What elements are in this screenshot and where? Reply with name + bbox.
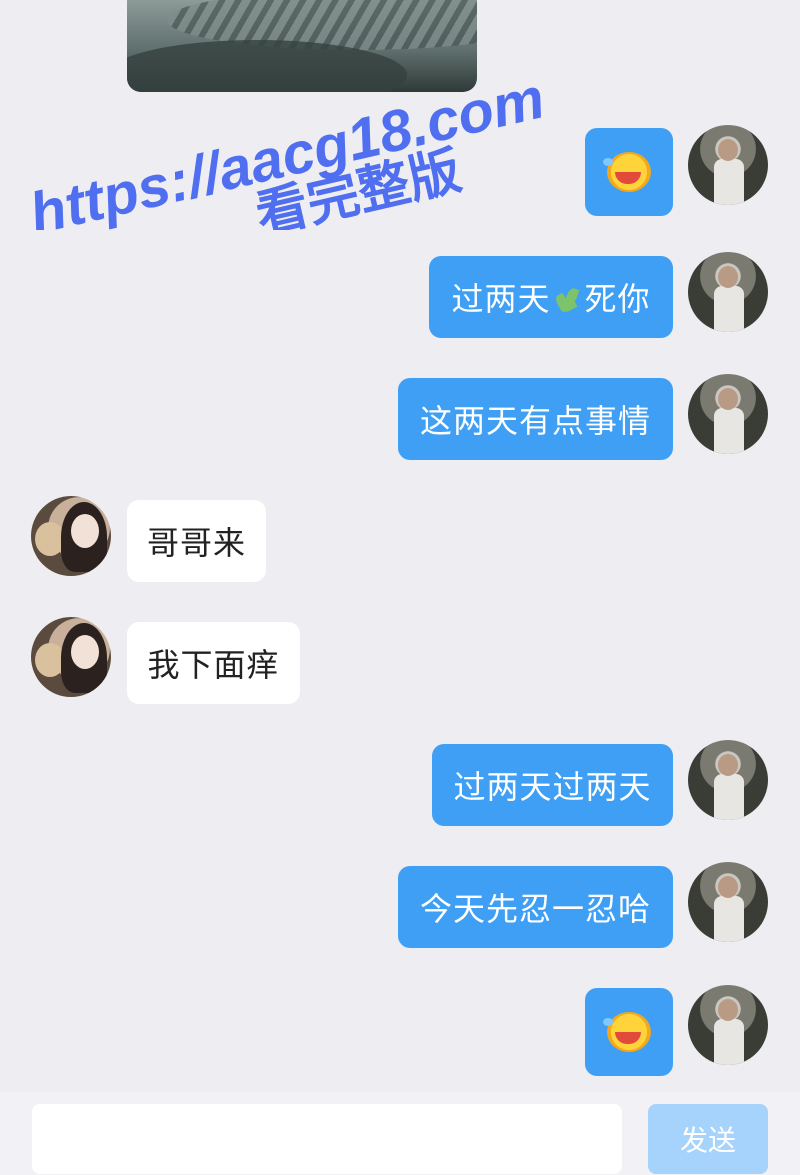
contact-avatar[interactable] [31,496,111,576]
message-text: 死你 [584,280,651,318]
message-text: 哥哥来 [147,524,247,562]
leaf-emoji-icon [553,284,583,315]
contact-avatar[interactable] [31,617,111,697]
message-text: 这两天有点事情 [419,402,651,440]
my-avatar[interactable] [688,985,768,1065]
my-avatar[interactable] [688,862,768,942]
shared-photo-message[interactable] [127,0,477,92]
my-avatar[interactable] [688,740,768,820]
message-bubble-emoji[interactable] [585,128,673,216]
message-text: 过两天 [451,280,551,318]
message-bubble-emoji[interactable] [585,988,673,1076]
my-avatar[interactable] [688,252,768,332]
message-text: 今天先忍一忍哈 [419,890,651,928]
message-bubble[interactable]: 我下面痒 [127,622,300,704]
message-text: 我下面痒 [147,646,280,684]
message-bubble[interactable]: 过两天 死你 [429,256,673,338]
message-text: 过两天过两天 [453,768,652,806]
laughing-tears-emoji-icon [603,1012,651,1052]
message-bubble[interactable]: 这两天有点事情 [398,378,673,460]
watermark-subtitle: 看完整版 [250,141,466,230]
message-bubble[interactable]: 今天先忍一忍哈 [398,866,673,948]
my-avatar[interactable] [688,374,768,454]
message-input[interactable] [32,1104,622,1174]
message-bubble[interactable]: 过两天过两天 [432,744,673,826]
message-composer: 发送 [0,1092,800,1175]
laughing-tears-emoji-icon [603,152,651,192]
my-avatar[interactable] [688,125,768,205]
message-bubble[interactable]: 哥哥来 [127,500,266,582]
send-button[interactable]: 发送 [648,1104,768,1174]
